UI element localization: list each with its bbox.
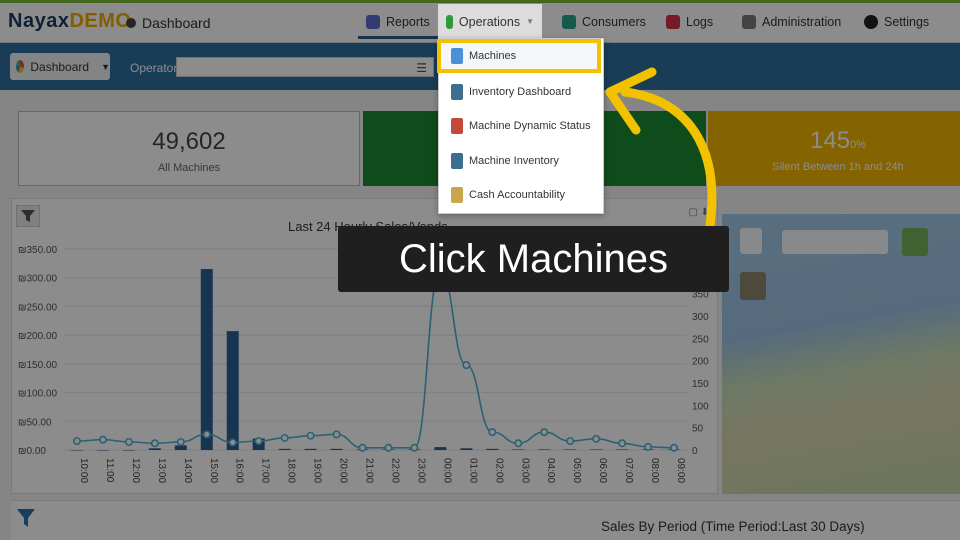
callout-text: Click Machines bbox=[399, 236, 668, 281]
tutorial-callout: Click Machines bbox=[338, 226, 729, 292]
